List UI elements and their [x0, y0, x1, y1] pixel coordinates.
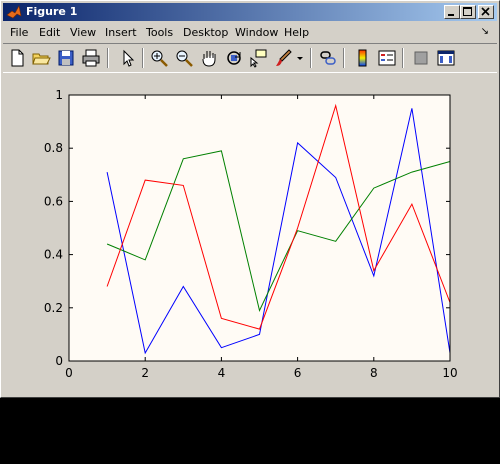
- zoom-in-icon[interactable]: [149, 48, 169, 68]
- x-tick-label: 10: [442, 366, 457, 380]
- maximize-icon: [463, 7, 472, 16]
- menu-help[interactable]: Help: [284, 26, 309, 39]
- pan-hand-icon[interactable]: [199, 48, 219, 68]
- show-plot-tools-icon[interactable]: [436, 48, 456, 68]
- insert-colorbar-icon[interactable]: [353, 48, 373, 68]
- menu-window[interactable]: Window: [235, 26, 278, 39]
- zoom-out-icon[interactable]: [174, 48, 194, 68]
- minimize-button[interactable]: [444, 5, 460, 19]
- figure-toolbar: [3, 43, 497, 73]
- title-bar[interactable]: Figure 1: [3, 3, 497, 21]
- menu-insert[interactable]: Insert: [105, 26, 137, 39]
- figure-window: Figure 1 File Edit View Insert Tools Des…: [0, 0, 500, 398]
- y-tick-label: 0.8: [44, 141, 63, 155]
- menu-desktop[interactable]: Desktop: [183, 26, 228, 39]
- minimize-icon: [448, 14, 454, 16]
- y-tick-label: 0: [55, 354, 63, 368]
- desktop-background: [0, 398, 500, 464]
- toolbar-separator: [402, 48, 404, 68]
- toolbar-separator: [343, 48, 345, 68]
- x-tick-label: 8: [370, 366, 378, 380]
- y-tick-label: 1: [55, 88, 63, 102]
- line-plot[interactable]: 0 2 4 6 8 10 0 0.2 0.4 0.6 0.8 1: [3, 73, 497, 395]
- insert-legend-icon[interactable]: [377, 48, 397, 68]
- save-figure-icon[interactable]: [56, 48, 76, 68]
- y-tick-label: 0.2: [44, 301, 63, 315]
- figure-canvas: 0 2 4 6 8 10 0 0.2 0.4 0.6 0.8 1: [3, 73, 497, 395]
- matlab-logo-icon: [6, 5, 22, 19]
- link-plot-icon[interactable]: [318, 48, 338, 68]
- y-tick-label: 0.4: [44, 248, 63, 262]
- y-tick-label: 0.6: [44, 194, 63, 208]
- brush-dropdown-icon[interactable]: [295, 48, 305, 68]
- brush-icon[interactable]: [273, 48, 293, 68]
- x-tick-label: 6: [294, 366, 302, 380]
- edit-plot-arrow-icon[interactable]: [118, 48, 138, 68]
- menu-tools[interactable]: Tools: [146, 26, 173, 39]
- axes-background[interactable]: [68, 94, 451, 362]
- menu-file[interactable]: File: [10, 26, 28, 39]
- dock-arrow-icon[interactable]: ↘: [481, 26, 489, 37]
- data-cursor-icon[interactable]: [248, 48, 268, 68]
- toolbar-separator: [310, 48, 312, 68]
- maximize-button[interactable]: [460, 5, 476, 19]
- menu-view[interactable]: View: [70, 26, 96, 39]
- x-tick-label: 4: [218, 366, 226, 380]
- menu-bar: File Edit View Insert Tools Desktop Wind…: [3, 23, 497, 42]
- print-figure-icon[interactable]: [81, 48, 101, 68]
- close-icon: [481, 7, 490, 16]
- rotate-3d-icon[interactable]: [224, 48, 244, 68]
- new-figure-icon[interactable]: [7, 48, 27, 68]
- x-tick-label: 0: [65, 366, 73, 380]
- window-title: Figure 1: [26, 5, 78, 18]
- open-file-icon[interactable]: [31, 48, 51, 68]
- menu-edit[interactable]: Edit: [39, 26, 60, 39]
- toolbar-separator: [107, 48, 109, 68]
- x-tick-label: 2: [141, 366, 149, 380]
- toolbar-separator: [142, 48, 144, 68]
- close-button[interactable]: [478, 5, 494, 19]
- hide-plot-tools-icon[interactable]: [411, 48, 431, 68]
